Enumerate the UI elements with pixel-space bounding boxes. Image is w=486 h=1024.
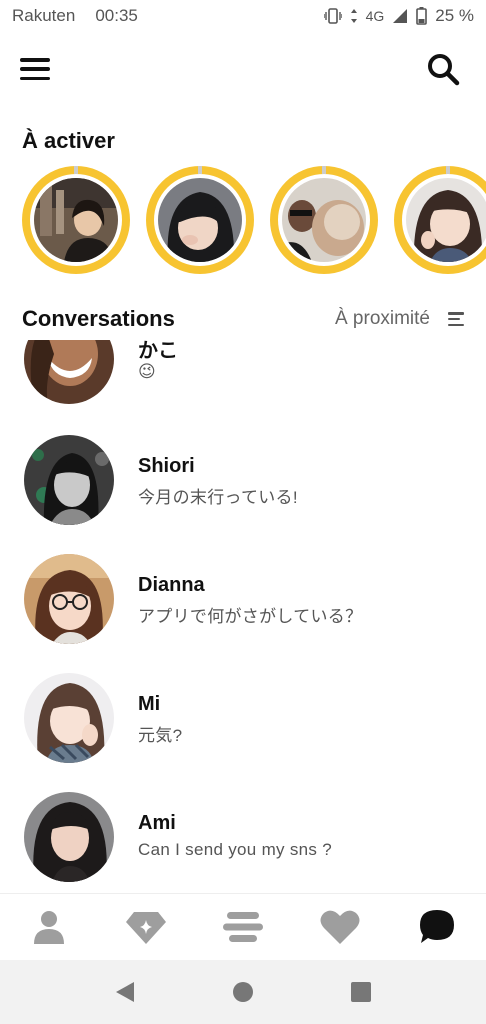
avatar xyxy=(24,340,114,404)
conversation-preview: 今月の末行っている! xyxy=(138,488,298,507)
avatar xyxy=(158,178,242,262)
network-type: 4G xyxy=(365,8,385,24)
signal-icon xyxy=(392,8,408,24)
conversations-title: Conversations xyxy=(22,306,175,331)
avatar xyxy=(282,178,366,262)
queue-avatar[interactable] xyxy=(22,166,130,274)
conversation-row[interactable]: Ami Can I send you my sns ? xyxy=(0,792,486,892)
bottom-navigation xyxy=(0,893,486,960)
avatar xyxy=(34,178,118,262)
home-icon[interactable] xyxy=(228,977,258,1007)
conversation-list: かこ 😉 Shiori 今月の末行っている! Dianna アプリで何がさがして… xyxy=(0,340,486,892)
battery-icon xyxy=(416,7,428,25)
queue-avatar[interactable] xyxy=(270,166,378,274)
sort-icon[interactable] xyxy=(448,312,464,326)
profile-icon[interactable] xyxy=(19,902,79,952)
status-bar: Rakuten 00:35 4G 25 % xyxy=(0,0,486,32)
conversation-name: Mi xyxy=(138,693,161,715)
conversation-name: Dianna xyxy=(138,574,205,596)
avatar xyxy=(24,554,114,644)
match-queue xyxy=(22,166,486,276)
app-header xyxy=(0,48,486,92)
conversation-name: Shiori xyxy=(138,455,195,477)
avatar xyxy=(24,673,114,763)
conversation-name: かこ xyxy=(138,340,178,362)
conversation-row[interactable]: Mi 元気? xyxy=(0,673,486,773)
avatar xyxy=(406,178,486,262)
system-navigation-bar xyxy=(0,960,486,1024)
conversation-preview: 元気? xyxy=(138,726,183,745)
hamburger-menu-icon[interactable] xyxy=(20,54,50,84)
conversation-row[interactable]: かこ 😉 xyxy=(0,340,486,414)
data-arrows-icon xyxy=(350,8,358,24)
chat-icon[interactable] xyxy=(407,902,467,952)
battery-percent: 25 % xyxy=(435,6,474,25)
conversation-row[interactable]: Dianna アプリで何がさがしている？ xyxy=(0,554,486,654)
heart-icon[interactable] xyxy=(310,902,370,952)
sort-dropdown[interactable]: À proximité xyxy=(335,308,430,330)
conversation-row[interactable]: Shiori 今月の末行っている! xyxy=(0,435,486,535)
beeline-icon[interactable] xyxy=(116,902,176,952)
queue-avatar[interactable] xyxy=(394,166,486,274)
avatar xyxy=(24,792,114,882)
conversation-preview: アプリで何がさがしている？ xyxy=(138,607,363,626)
match-queue-title: À activer xyxy=(22,128,115,153)
vibrate-icon xyxy=(323,8,342,24)
conversation-name: Ami xyxy=(138,812,176,834)
conversation-preview: 😉 xyxy=(138,362,157,381)
conversation-preview: Can I send you my sns ? xyxy=(138,840,332,859)
recents-icon[interactable] xyxy=(346,977,376,1007)
carrier-label: Rakuten xyxy=(12,6,76,25)
clock: 00:35 xyxy=(95,6,138,25)
search-icon[interactable] xyxy=(426,52,460,86)
queue-avatar[interactable] xyxy=(146,166,254,274)
conversations-header: Conversations À proximité xyxy=(22,304,464,334)
avatar xyxy=(24,435,114,525)
people-icon[interactable] xyxy=(213,902,273,952)
back-icon[interactable] xyxy=(110,977,140,1007)
